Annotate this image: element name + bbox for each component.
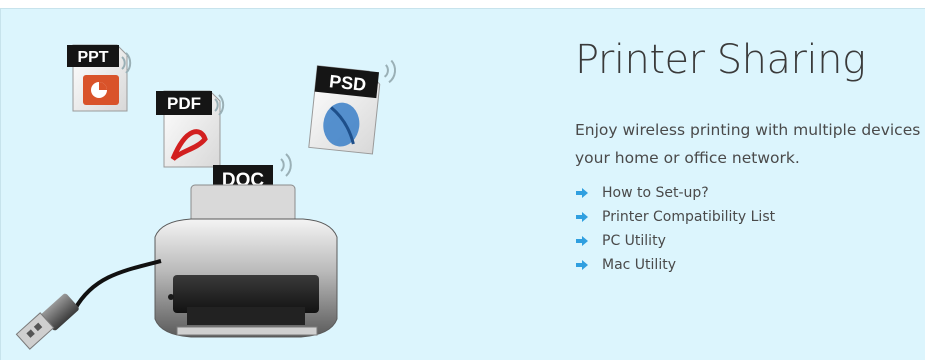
svg-text:PPT: PPT bbox=[77, 49, 108, 66]
arrow-right-icon bbox=[576, 260, 588, 270]
printer-sharing-banner: PPT PDF PSD DOC Printer Sharing Enjoy wi… bbox=[0, 8, 925, 360]
arrow-right-icon bbox=[576, 188, 588, 198]
link-printer-compatibility-list[interactable]: Printer Compatibility List bbox=[575, 205, 775, 229]
hero-content: Printer Sharing Enjoy wireless printing … bbox=[575, 9, 925, 360]
link-label: Mac Utility bbox=[602, 257, 676, 273]
printer-sharing-illustration: PPT PDF PSD DOC bbox=[15, 44, 396, 350]
link-label: Printer Compatibility List bbox=[602, 209, 776, 225]
link-label: How to Set-up? bbox=[602, 185, 709, 201]
pdf-file-icon: PDF bbox=[156, 90, 225, 168]
arrow-right-icon bbox=[576, 236, 588, 246]
hero-description: Enjoy wireless printing with multiple de… bbox=[575, 121, 925, 167]
arrow-right-icon bbox=[576, 212, 588, 222]
link-pc-utility[interactable]: PC Utility bbox=[575, 229, 775, 253]
ppt-file-icon: PPT bbox=[67, 44, 132, 112]
link-list: How to Set-up? Printer Compatibility Lis… bbox=[575, 181, 775, 277]
page-title: Printer Sharing bbox=[575, 37, 866, 83]
svg-text:PDF: PDF bbox=[167, 94, 201, 113]
link-label: PC Utility bbox=[602, 233, 666, 249]
printer-icon bbox=[154, 184, 338, 338]
usb-cable-icon bbox=[15, 259, 162, 350]
link-mac-utility[interactable]: Mac Utility bbox=[575, 253, 775, 277]
svg-text:PSD: PSD bbox=[328, 71, 367, 95]
psd-file-icon: PSD bbox=[308, 59, 396, 155]
link-how-to-setup[interactable]: How to Set-up? bbox=[575, 181, 775, 205]
